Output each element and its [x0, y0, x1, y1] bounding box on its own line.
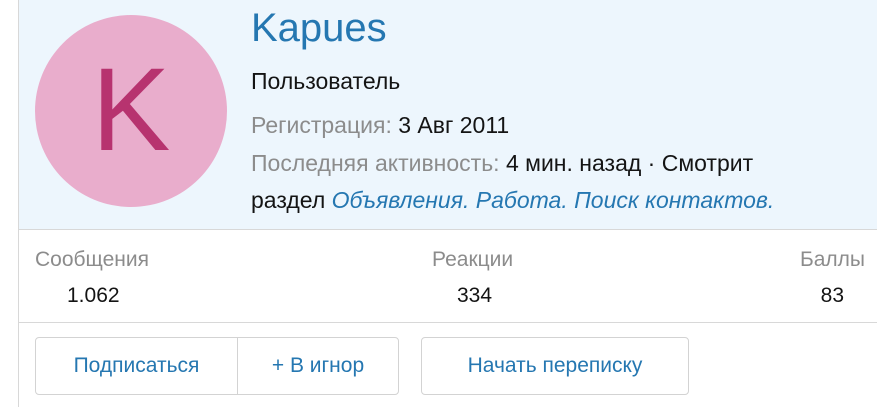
activity-section-link[interactable]: Объявления. Работа. Поиск контактов. [332, 187, 775, 213]
last-activity-line: Последняя активность: 4 мин. назад · Смо… [251, 150, 753, 177]
stat-reactions-value: 334 [457, 284, 493, 307]
registration-value: 3 Авг 2011 [398, 112, 510, 138]
member-header: K Kapues Пользователь Регистрация: 3 Авг… [19, 0, 877, 230]
last-activity-value: 4 мин. назад · Смотрит [505, 150, 754, 176]
follow-button[interactable]: Подписаться [36, 338, 238, 394]
ignore-button[interactable]: + В игнор [238, 338, 398, 394]
page-margin [0, 0, 18, 407]
username-link[interactable]: Kapues [251, 4, 387, 52]
stat-messages-value[interactable]: 1.062 [67, 284, 120, 308]
registration-line: Регистрация: 3 Авг 2011 [251, 112, 509, 139]
avatar-letter: K [91, 44, 171, 176]
stat-points-label: Баллы [799, 248, 865, 271]
last-activity-label: Последняя активность: [251, 150, 500, 176]
stat-points-value[interactable]: 83 [821, 284, 844, 308]
activity-prefix: раздел [251, 187, 326, 213]
registration-label: Регистрация: [251, 112, 392, 138]
follow-ignore-group: Подписаться + В игнор [35, 337, 399, 395]
stat-reactions-label: Реакции [432, 248, 514, 271]
member-tooltip-card: K Kapues Пользователь Регистрация: 3 Авг… [18, 0, 877, 407]
stat-messages-label: Сообщения [35, 248, 149, 271]
last-activity-location: раздел Объявления. Работа. Поиск контакт… [251, 187, 774, 214]
member-stats: Сообщения 1.062 Реакции 334 Баллы 83 [19, 230, 877, 323]
avatar[interactable]: K [35, 15, 227, 207]
user-title: Пользователь [251, 68, 401, 94]
start-conversation-button[interactable]: Начать переписку [421, 337, 689, 395]
